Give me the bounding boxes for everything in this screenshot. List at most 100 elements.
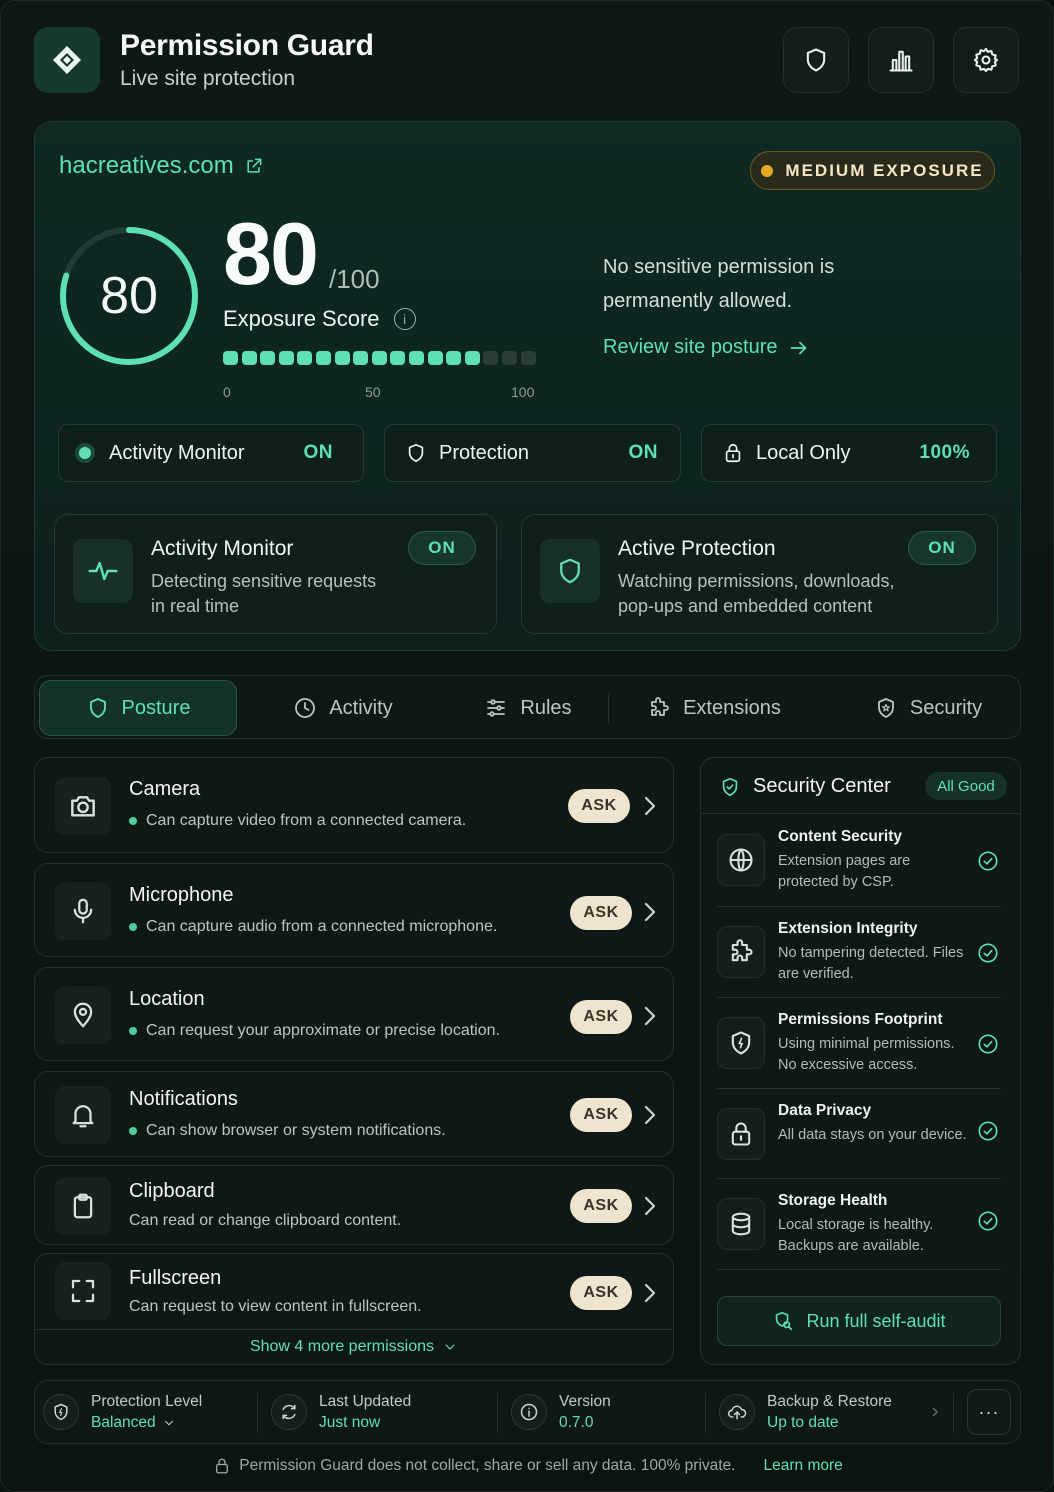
permission-row-microphone[interactable]: Microphone Can capture audio from a conn… <box>34 863 674 957</box>
permission-title: Notifications <box>129 1088 238 1110</box>
exposure-score-max: /100 <box>329 264 380 294</box>
cloud-upload-icon-box <box>719 1394 755 1430</box>
security-item-title: Content Security <box>778 828 903 845</box>
chevron-right-icon[interactable] <box>641 901 659 923</box>
permission-row-clipboard[interactable]: Clipboard Can read or change clipboard c… <box>34 1165 674 1245</box>
puzzle-icon <box>731 939 753 962</box>
protection-level-selector[interactable]: Protection Level Balanced <box>43 1381 202 1443</box>
status-pill-activity-monitor[interactable]: Activity Monitor ON <box>58 424 364 482</box>
site-domain: hacreatives.com <box>59 152 234 179</box>
tab-activity[interactable]: Activity <box>253 680 433 736</box>
lock-icon-box <box>717 1108 765 1160</box>
security-item-permissions-footprint[interactable]: Permissions Footprint Using minimal perm… <box>717 999 1001 1089</box>
chevron-right-icon[interactable] <box>641 1195 659 1217</box>
lock-icon <box>731 1122 751 1146</box>
chevron-right-icon <box>932 1407 938 1417</box>
footer-item-value: 0.7.0 <box>559 1413 594 1431</box>
chevron-right-icon[interactable] <box>641 795 659 817</box>
info-icon[interactable]: i <box>393 308 416 330</box>
tab-posture[interactable]: Posture <box>39 680 237 736</box>
score-segment <box>483 351 499 365</box>
pulse-icon-box <box>73 539 133 603</box>
scale-tick: 0 <box>223 384 231 400</box>
status-pill-protection[interactable]: Protection ON <box>384 424 681 482</box>
score-segment <box>260 351 276 365</box>
last-updated-item[interactable]: Last Updated Just now <box>271 1381 411 1443</box>
permission-row-notifications[interactable]: Notifications Can show browser or system… <box>34 1071 674 1157</box>
permission-status-badge[interactable]: ASK <box>570 1189 632 1223</box>
privacy-footer: Permission Guard does not collect, share… <box>1 1457 1054 1475</box>
bell-icon-box <box>55 1086 111 1144</box>
chevron-right-icon[interactable] <box>641 1104 659 1126</box>
chevron-down-icon <box>445 1344 455 1350</box>
security-item-extension-integrity[interactable]: Extension Integrity No tampering detecte… <box>717 908 1001 998</box>
shield-check-icon <box>722 777 738 797</box>
more-options-button[interactable]: ··· <box>967 1389 1011 1435</box>
gear-icon <box>973 47 999 73</box>
permission-row-fullscreen[interactable]: Fullscreen Can request to view content i… <box>34 1253 674 1365</box>
security-item-description: Local storage is healthy. Backups are av… <box>778 1217 934 1254</box>
run-self-audit-button[interactable]: Run full self-audit <box>717 1296 1001 1346</box>
divider <box>257 1393 258 1433</box>
security-item-content-security[interactable]: Content Security Extension pages are pro… <box>717 816 1001 906</box>
score-segment <box>446 351 462 365</box>
search-shield-icon <box>776 1311 793 1331</box>
permission-description: Can read or change clipboard content. <box>129 1212 401 1230</box>
status-pill-local-only[interactable]: Local Only 100% <box>701 424 997 482</box>
tab-security[interactable]: Security <box>843 680 1013 736</box>
site-domain-link[interactable]: hacreatives.com <box>59 152 264 180</box>
score-segment <box>315 351 331 365</box>
permission-row-location[interactable]: Location Can request your approximate or… <box>34 967 674 1061</box>
status-dot-icon <box>79 447 91 459</box>
status-dot-icon <box>129 1127 137 1135</box>
activity-monitor-toggle[interactable]: ON <box>408 531 476 565</box>
security-item-storage-health[interactable]: Storage Health Local storage is healthy.… <box>717 1180 1001 1270</box>
status-pill-label: Protection <box>439 441 530 464</box>
stats-button[interactable] <box>868 27 934 93</box>
tab-rules[interactable]: Rules <box>443 680 613 736</box>
footer-item-label: Version <box>559 1392 611 1410</box>
activity-monitor-card[interactable]: Activity Monitor Detecting sensitive req… <box>54 514 497 634</box>
tab-label: Posture <box>121 696 191 719</box>
chevron-right-icon[interactable] <box>641 1005 659 1027</box>
arrow-right-icon <box>790 341 806 354</box>
footer-item-label: Protection Level <box>91 1392 203 1410</box>
security-item-data-privacy[interactable]: Data Privacy All data stays on your devi… <box>717 1090 1001 1180</box>
permission-description-text: Can capture audio from a connected micro… <box>146 918 498 935</box>
security-center-panel: Security Center All Good Content Securit… <box>700 757 1021 1365</box>
sliders-icon <box>487 699 506 717</box>
permission-row-camera[interactable]: Camera Can capture video from a connecte… <box>34 757 674 853</box>
active-protection-card[interactable]: Active Protection Watching permissions, … <box>521 514 998 634</box>
score-segment <box>278 351 294 365</box>
refresh-icon-box <box>271 1394 307 1430</box>
divider <box>497 1393 498 1433</box>
settings-button[interactable] <box>953 27 1019 93</box>
learn-more-link[interactable]: Learn more <box>764 1457 843 1475</box>
score-segment <box>353 351 369 365</box>
permission-status-badge[interactable]: ASK <box>570 1000 632 1034</box>
permission-status-badge[interactable]: ASK <box>570 1276 632 1310</box>
app-title: Permission Guard <box>120 29 374 62</box>
security-item-title: Extension Integrity <box>778 920 918 937</box>
permission-status-badge[interactable]: ASK <box>568 789 630 823</box>
review-posture-link[interactable]: Review site posture <box>603 336 810 359</box>
score-segment <box>520 351 536 365</box>
permission-status-badge[interactable]: ASK <box>570 896 632 930</box>
fullscreen-icon-box <box>55 1262 111 1320</box>
backup-restore-item[interactable]: Backup & Restore Up to date <box>719 1381 940 1443</box>
status-pill-value: ON <box>303 442 333 463</box>
show-more-permissions-button[interactable]: Show 4 more permissions <box>35 1329 673 1356</box>
app-logo <box>34 27 100 93</box>
shield-icon <box>560 558 580 584</box>
footer-item-label: Backup & Restore <box>767 1392 892 1410</box>
shield-button[interactable] <box>783 27 849 93</box>
tab-label: Security <box>909 696 983 719</box>
check-circle-icon <box>978 1211 998 1231</box>
footer-item-value: Up to date <box>767 1413 839 1431</box>
permission-status-badge[interactable]: ASK <box>570 1098 632 1132</box>
tab-extensions[interactable]: Extensions <box>629 680 799 736</box>
app-subtitle: Live site protection <box>120 67 296 90</box>
active-protection-toggle[interactable]: ON <box>908 531 976 565</box>
clock-icon <box>295 698 316 718</box>
chevron-right-icon[interactable] <box>641 1282 659 1304</box>
